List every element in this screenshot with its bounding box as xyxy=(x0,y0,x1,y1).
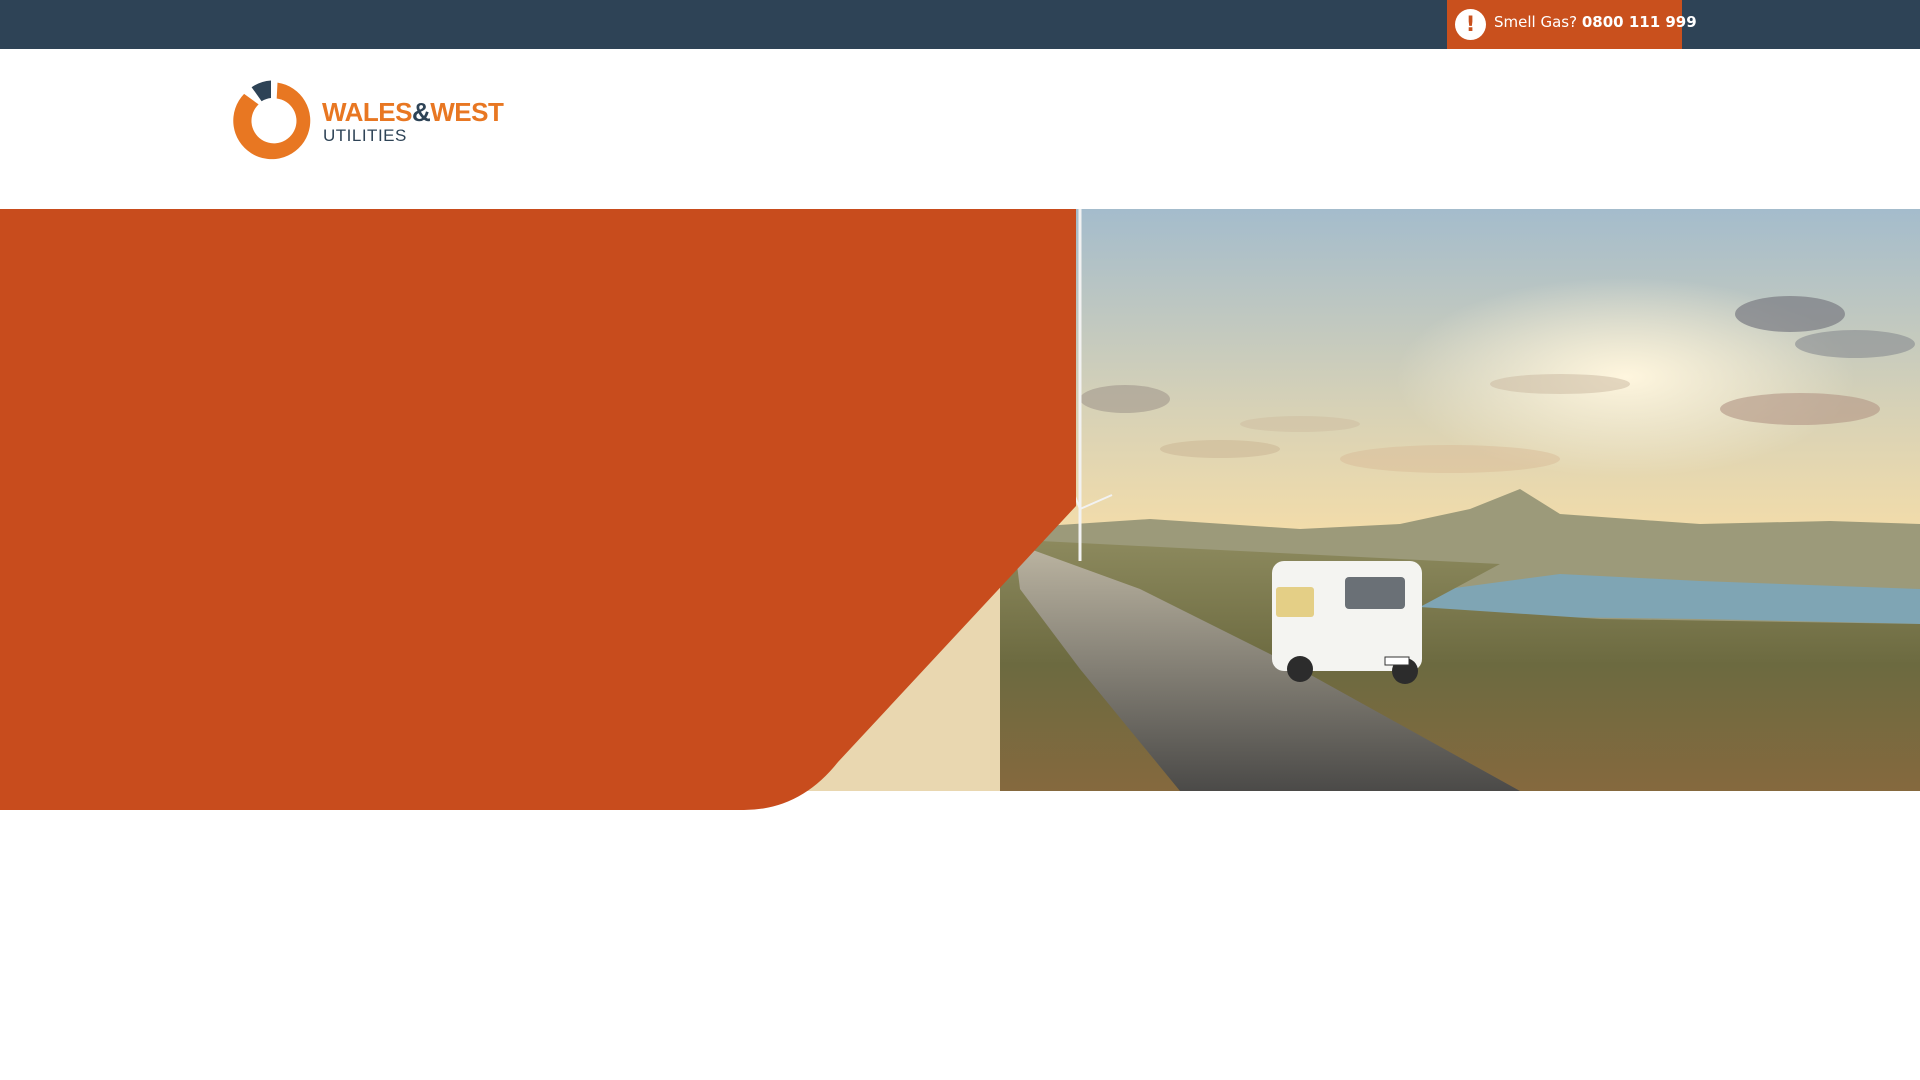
emergency-label: Smell Gas? xyxy=(1494,13,1578,31)
site-header: WALES&WEST UTILITIES xyxy=(0,49,1920,209)
logo-ring-icon xyxy=(233,80,311,160)
emergency-text: Smell Gas? 0800 111 999 xyxy=(1494,13,1697,31)
smell-gas-emergency-link[interactable]: ! Smell Gas? 0800 111 999 xyxy=(1447,0,1697,49)
exclamation-icon: ! xyxy=(1455,9,1486,40)
hero-orange-panel xyxy=(0,209,1076,810)
wales-west-utilities-logo[interactable]: WALES&WEST UTILITIES xyxy=(230,71,504,167)
emergency-phone[interactable]: 0800 111 999 xyxy=(1582,13,1697,31)
logo-subtitle: UTILITIES xyxy=(323,126,407,145)
top-bar: ! Smell Gas? 0800 111 999 xyxy=(0,0,1920,49)
logo-wordmark: WALES&WEST xyxy=(322,97,504,127)
hero-banner xyxy=(0,209,1920,810)
